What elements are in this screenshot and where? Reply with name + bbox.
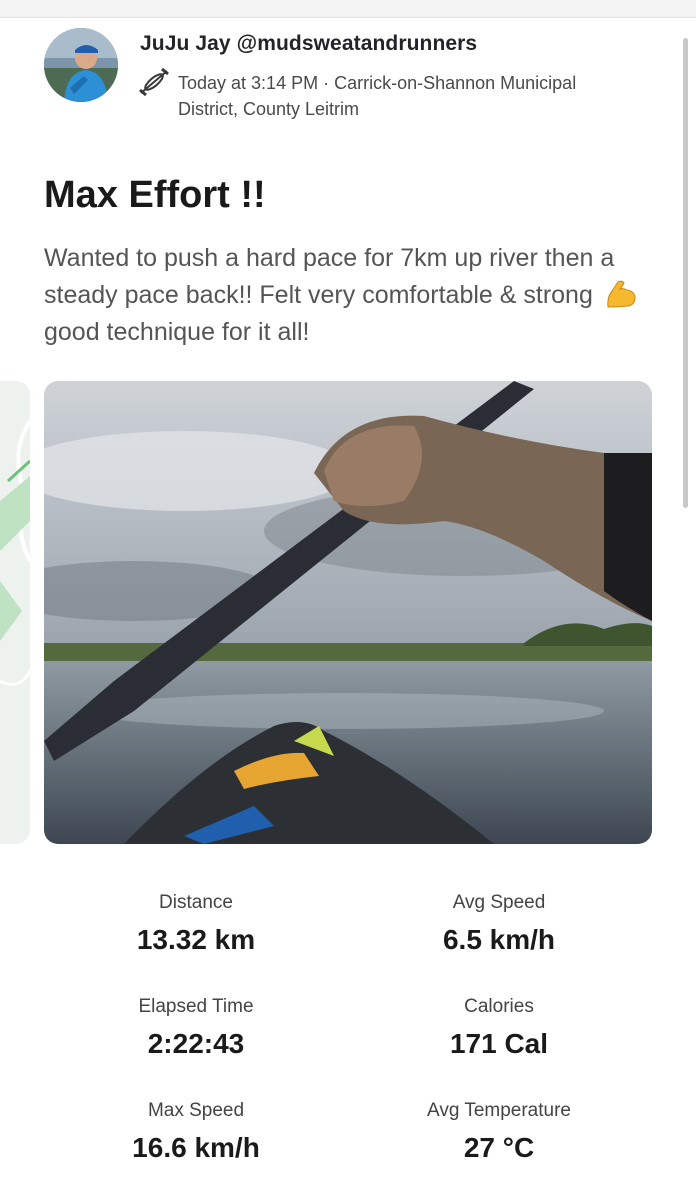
stat-value: 16.6 km/h: [132, 1132, 260, 1163]
avatar[interactable]: [44, 28, 118, 102]
stat-calories: Calories 171 Cal: [349, 996, 649, 1060]
stat-label: Avg Speed: [452, 892, 546, 913]
stat-value: 27 °C: [463, 1132, 535, 1163]
map-thumbnail[interactable]: [0, 381, 30, 844]
stat-value: 2:22:43: [147, 1028, 245, 1059]
stat-value: 13.32 km: [136, 924, 256, 955]
author-name[interactable]: JuJu Jay @mudsweatandrunners: [140, 32, 477, 56]
scrollbar-thumb[interactable]: [683, 38, 688, 508]
description-text-end: good technique for it all!: [44, 318, 310, 346]
stat-value: 6.5 km/h: [442, 924, 556, 955]
meta-location-cont: District, County Leitrim: [178, 99, 360, 119]
stat-distance: Distance 13.32 km: [46, 892, 346, 956]
stat-label: Distance: [159, 892, 233, 913]
activity-photo[interactable]: [44, 381, 652, 844]
stat-label: Elapsed Time: [138, 996, 254, 1017]
activity-meta: Today at 3:14 PM · Carrick-on-Shannon Mu…: [178, 70, 648, 122]
kayak-icon: [138, 67, 170, 97]
activity-description: Wanted to push a hard pace for 7km up ri…: [44, 240, 654, 351]
top-bar: [0, 0, 696, 18]
stat-max-speed: Max Speed 16.6 km/h: [46, 1100, 346, 1164]
stat-value: 171 Cal: [449, 1028, 549, 1059]
stat-avg-speed: Avg Speed 6.5 km/h: [349, 892, 649, 956]
stat-label: Max Speed: [147, 1100, 245, 1121]
stat-avg-temperature: Avg Temperature 27 °C: [349, 1100, 649, 1164]
stat-label: Calories: [464, 996, 534, 1017]
stat-elapsed-time: Elapsed Time 2:22:43: [46, 996, 346, 1060]
stat-label: Avg Temperature: [427, 1100, 571, 1121]
description-text: Wanted to push a hard pace for 7km up ri…: [44, 244, 615, 309]
activity-title: Max Effort !!: [44, 174, 266, 216]
meta-time-location: Today at 3:14 PM · Carrick-on-Shannon Mu…: [178, 73, 577, 93]
flexed-biceps-icon: [604, 279, 638, 309]
